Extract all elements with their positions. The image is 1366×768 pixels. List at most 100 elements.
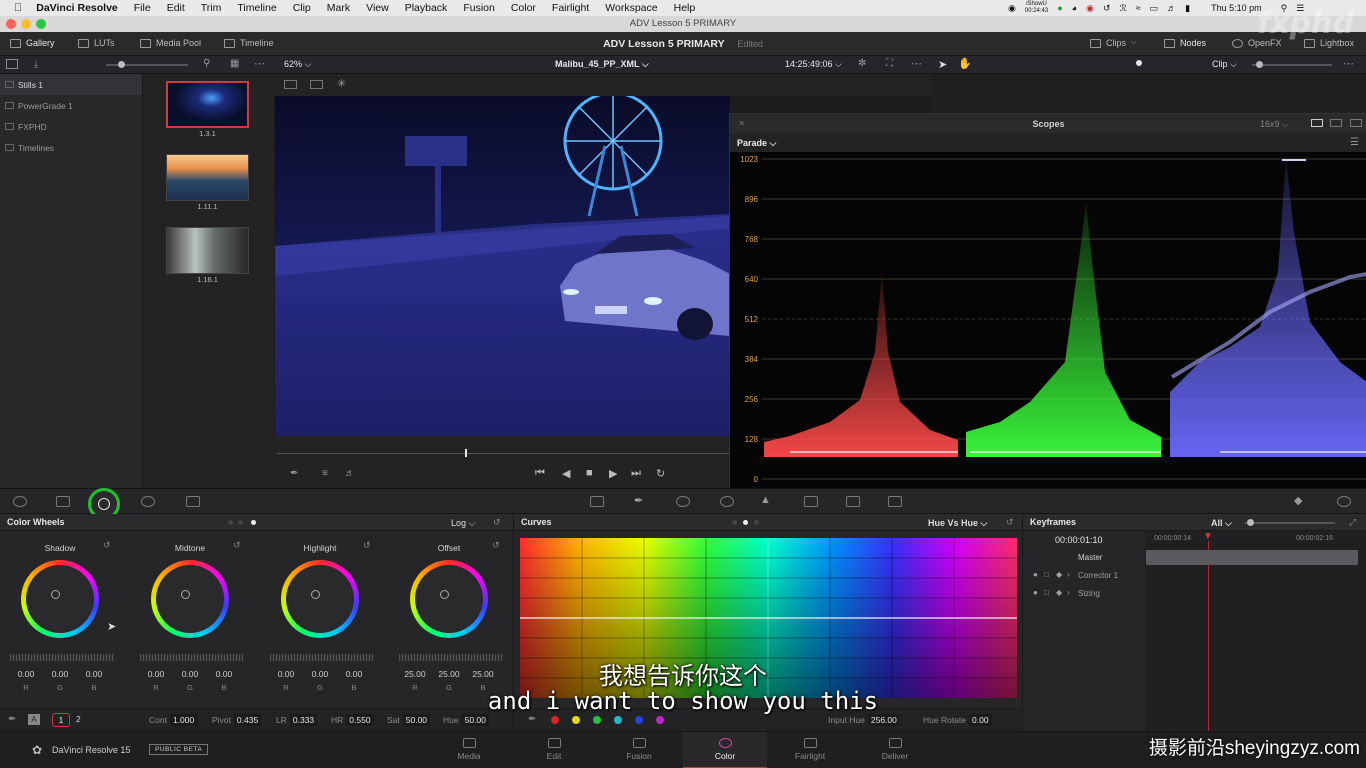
cyan-swatch[interactable]	[614, 716, 622, 724]
bluetooth-icon[interactable]: ℛ	[1120, 3, 1127, 14]
still-thumbnail[interactable]	[166, 227, 249, 274]
curves-tab-icon[interactable]	[590, 496, 604, 507]
chevron-right-icon[interactable]: ›	[1067, 588, 1070, 597]
menu-clip[interactable]: Clip	[293, 2, 311, 14]
more-options-icon[interactable]: ⋯	[254, 57, 265, 70]
page-2-button[interactable]: 2	[76, 714, 81, 724]
eyedropper-icon[interactable]: ✒	[290, 468, 298, 479]
nodes-button[interactable]: Nodes	[1164, 38, 1206, 48]
node-zoom-slider[interactable]	[1252, 61, 1332, 68]
auto-balance-icon[interactable]: ✒	[8, 714, 16, 725]
color-match-icon[interactable]	[56, 496, 70, 507]
node-more-icon[interactable]: ⋯	[1343, 57, 1354, 70]
scrub-bar[interactable]	[277, 453, 731, 454]
key-icon[interactable]	[804, 496, 818, 507]
enable-dot-icon[interactable]: ●	[1033, 588, 1038, 597]
single-view-icon[interactable]	[1311, 119, 1323, 127]
expand-icon[interactable]: ⤢	[1349, 517, 1356, 528]
reset-icon[interactable]: ↺	[363, 540, 371, 551]
fullscreen-icon[interactable]: ⛶	[886, 58, 893, 69]
volume-icon[interactable]: ♬	[345, 468, 355, 479]
rgb-mixer-icon[interactable]	[141, 496, 155, 507]
battery-icon[interactable]: ▮	[1185, 3, 1190, 14]
menu-app[interactable]: DaVinci Resolve	[36, 2, 118, 14]
page-dot-active[interactable]	[251, 520, 256, 525]
master-track[interactable]	[1146, 550, 1358, 565]
volume-icon[interactable]: ♬	[1167, 3, 1176, 13]
reset-icon[interactable]: ↺	[233, 540, 241, 551]
motion-effects-icon[interactable]	[186, 496, 200, 507]
low-range-field[interactable]: LR 0.333	[276, 714, 318, 726]
album-item[interactable]: PowerGrade 1	[0, 95, 142, 116]
contrast-field[interactable]: Cont 1.000	[149, 714, 198, 726]
keyframe-row[interactable]: ● □ ◆ › Sizing	[1023, 585, 1366, 603]
high-range-field[interactable]: HR 0.550	[331, 714, 374, 726]
node-mode-select[interactable]: Clip ⌵	[1212, 59, 1237, 70]
grid-view-icon[interactable]: ▦	[230, 58, 239, 69]
menu-view[interactable]: View	[366, 2, 389, 14]
offset-wheel[interactable]	[410, 560, 488, 638]
qualifier-icon[interactable]: ✒	[634, 494, 648, 507]
keyframes-tab-icon[interactable]: ◆	[1294, 494, 1308, 507]
reset-icon[interactable]: ↺	[493, 517, 501, 528]
hue-field[interactable]: Hue 50.00	[443, 714, 489, 726]
hue-rotate-field[interactable]: Hue Rotate 0.00	[923, 714, 992, 726]
color-picker-icon[interactable]: ✼	[858, 58, 866, 69]
lock-icon[interactable]: □	[1044, 570, 1049, 579]
lock-icon[interactable]: □	[1044, 588, 1049, 597]
album-item[interactable]: FXPHD	[0, 116, 142, 137]
reset-icon[interactable]: ↺	[1006, 517, 1014, 528]
scope-settings-icon[interactable]: ☰	[1350, 137, 1359, 148]
page-media[interactable]: Media	[427, 732, 511, 768]
go-to-end-icon[interactable]: ⏭	[631, 467, 641, 480]
page-edit[interactable]: Edit	[512, 732, 596, 768]
red-swatch[interactable]	[551, 716, 559, 724]
sizing-icon[interactable]	[846, 496, 860, 507]
menu-edit[interactable]: Edit	[167, 2, 185, 14]
blur-icon[interactable]: ▲	[760, 494, 774, 506]
tracker-icon[interactable]	[720, 496, 734, 507]
eyedropper-icon[interactable]: ✒	[528, 714, 536, 725]
midtone-wheel[interactable]	[151, 560, 229, 638]
page-fusion[interactable]: Fusion	[597, 732, 681, 768]
highlight-wheel[interactable]	[281, 560, 359, 638]
highlight-icon[interactable]: ✳	[337, 77, 346, 90]
magenta-swatch[interactable]	[656, 716, 664, 724]
reset-icon[interactable]: ↺	[103, 540, 111, 551]
zoom-select[interactable]: 62% ⌵	[284, 59, 311, 70]
menu-trim[interactable]: Trim	[201, 2, 222, 14]
info-icon[interactable]	[1337, 496, 1351, 507]
keyframe-row[interactable]: Master	[1023, 549, 1366, 567]
hand-tool-icon[interactable]: ✋	[958, 57, 972, 70]
page-deliver[interactable]: Deliver	[853, 732, 937, 768]
stop-icon[interactable]: ■	[586, 467, 593, 479]
keyframe-timecode[interactable]: 00:00:01:10	[1055, 535, 1103, 545]
menu-mark[interactable]: Mark	[327, 2, 350, 14]
curve-mode-select[interactable]: Hue Vs Hue ⌵	[928, 518, 987, 529]
chevron-right-icon[interactable]: ›	[1067, 570, 1070, 579]
page-dot[interactable]	[754, 520, 759, 525]
page-color[interactable]: Color	[683, 732, 767, 768]
menu-workspace[interactable]: Workspace	[605, 2, 657, 14]
3d-icon[interactable]	[888, 496, 902, 507]
cc-icon[interactable]: ◉	[1008, 3, 1016, 14]
record-icon[interactable]: ◉	[1086, 3, 1094, 14]
menu-color[interactable]: Color	[511, 2, 536, 14]
menu-file[interactable]: File	[134, 2, 151, 14]
loop-icon[interactable]: ↻	[656, 467, 665, 480]
album-item[interactable]: Stills 1	[0, 74, 142, 95]
pivot-field[interactable]: Pivot 0.435	[212, 714, 262, 726]
split-screen-icon[interactable]	[284, 80, 297, 89]
still-thumbnail[interactable]	[166, 81, 249, 128]
skype-icon[interactable]: ◕	[1072, 3, 1077, 13]
keyframe-zoom-slider[interactable]	[1245, 519, 1335, 526]
menu-fusion[interactable]: Fusion	[463, 2, 495, 14]
apple-icon[interactable]: 	[14, 2, 22, 14]
scope-type-select[interactable]: Parade ⌵	[737, 138, 776, 149]
airplay-icon[interactable]: ▭	[1150, 3, 1159, 14]
page-1-button[interactable]: 1	[52, 713, 70, 727]
page-fairlight[interactable]: Fairlight	[768, 732, 852, 768]
shadow-wheel[interactable]	[21, 560, 99, 638]
keyframe-row[interactable]: ● □ ◆ › Corrector 1	[1023, 567, 1366, 585]
green-swatch[interactable]	[593, 716, 601, 724]
